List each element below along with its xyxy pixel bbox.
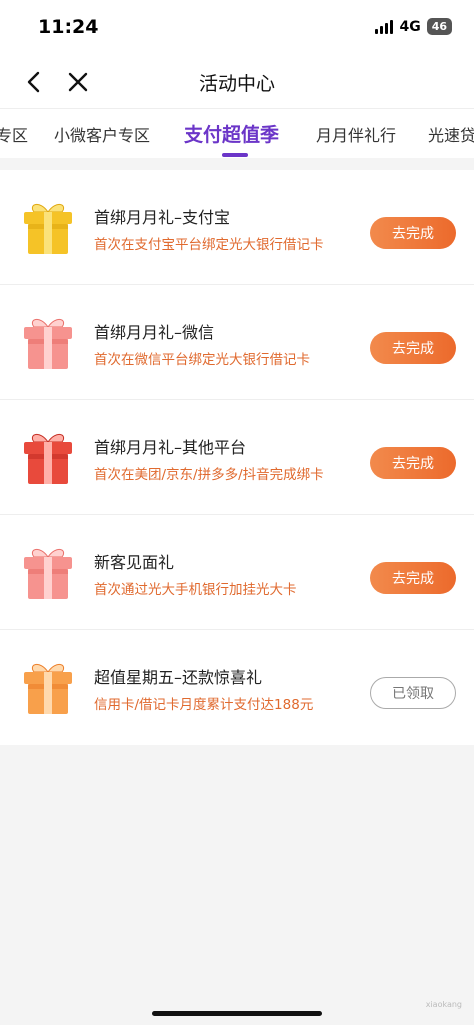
list-item: 首绑月月礼–其他平台首次在美团/京东/拼多多/抖音完成绑卡 去完成 — [0, 400, 474, 515]
watermark: xiaokang — [425, 1000, 462, 1009]
item-description: 信用卡/借记卡月度累计支付达188元 — [94, 697, 314, 713]
complete-button[interactable]: 去完成 — [370, 217, 456, 249]
gift-icon — [18, 658, 78, 718]
item-title: 首绑月月礼–其他平台 — [94, 438, 247, 457]
tab-zone[interactable]: 专区 — [0, 122, 28, 146]
activity-list: 首绑月月礼–支付宝 首次在支付宝平台绑定光大银行借记卡 去完成 首绑月月礼–微信 首次在… — [0, 170, 474, 745]
battery-icon: 46 — [426, 18, 452, 35]
item-title: 新客见面礼 — [94, 553, 175, 572]
home-indicator — [152, 1011, 322, 1016]
gift-icon — [18, 543, 78, 603]
complete-button[interactable]: 去完成 — [370, 332, 456, 364]
complete-button[interactable]: 去完成 — [370, 562, 456, 594]
active-tab-indicator — [222, 153, 248, 157]
gift-icon — [18, 313, 78, 373]
complete-button[interactable]: 去完成 — [370, 447, 456, 479]
item-description: 首次通过光大手机银行加挂光大卡 — [94, 582, 297, 598]
tab-payment-season[interactable]: 支付超值季 — [184, 120, 279, 147]
list-item: 超值星期五–还款惊喜礼信用卡/借记卡月度累计支付达188元 已领取 — [0, 630, 474, 745]
list-item: 首绑月月礼–支付宝首次在支付宝平台绑定光大银行借记卡 去完成 — [0, 170, 474, 285]
gift-icon — [18, 428, 78, 488]
network-type: 4G — [399, 18, 421, 35]
claimed-button[interactable]: 已领取 — [370, 677, 456, 709]
tab-light-speed-loan[interactable]: 光速贷 — [428, 122, 474, 146]
item-title: 超值星期五–还款惊喜礼 — [94, 668, 263, 687]
status-bar: 11:24 4G 46 — [0, 0, 474, 56]
item-description: 首次在支付宝平台绑定光大银行借记卡 — [94, 237, 324, 253]
gift-icon — [18, 198, 78, 258]
nav-bar: 活动中心 — [0, 56, 474, 108]
page-title: 活动中心 — [198, 73, 275, 95]
status-time: 11:24 — [38, 16, 99, 38]
item-description: 首次在微信平台绑定光大银行借记卡 — [94, 352, 310, 368]
list-item: 新客见面礼首次通过光大手机银行加挂光大卡 去完成 — [0, 515, 474, 630]
item-title: 首绑月月礼–支付宝 — [94, 208, 231, 227]
tab-micro-customers[interactable]: 小微客户专区 — [54, 122, 150, 146]
list-item: 首绑月月礼–微信首次在微信平台绑定光大银行借记卡 去完成 — [0, 285, 474, 400]
divider — [0, 158, 474, 170]
signal-icon — [375, 19, 394, 34]
status-indicators: 4G 46 — [375, 18, 452, 35]
item-title: 首绑月月礼–微信 — [94, 323, 215, 342]
tab-bar: 专区 小微客户专区 支付超值季 月月伴礼行 光速贷 — [0, 108, 474, 158]
tab-monthly-gifts[interactable]: 月月伴礼行 — [316, 122, 396, 146]
item-description: 首次在美团/京东/拼多多/抖音完成绑卡 — [94, 467, 324, 483]
